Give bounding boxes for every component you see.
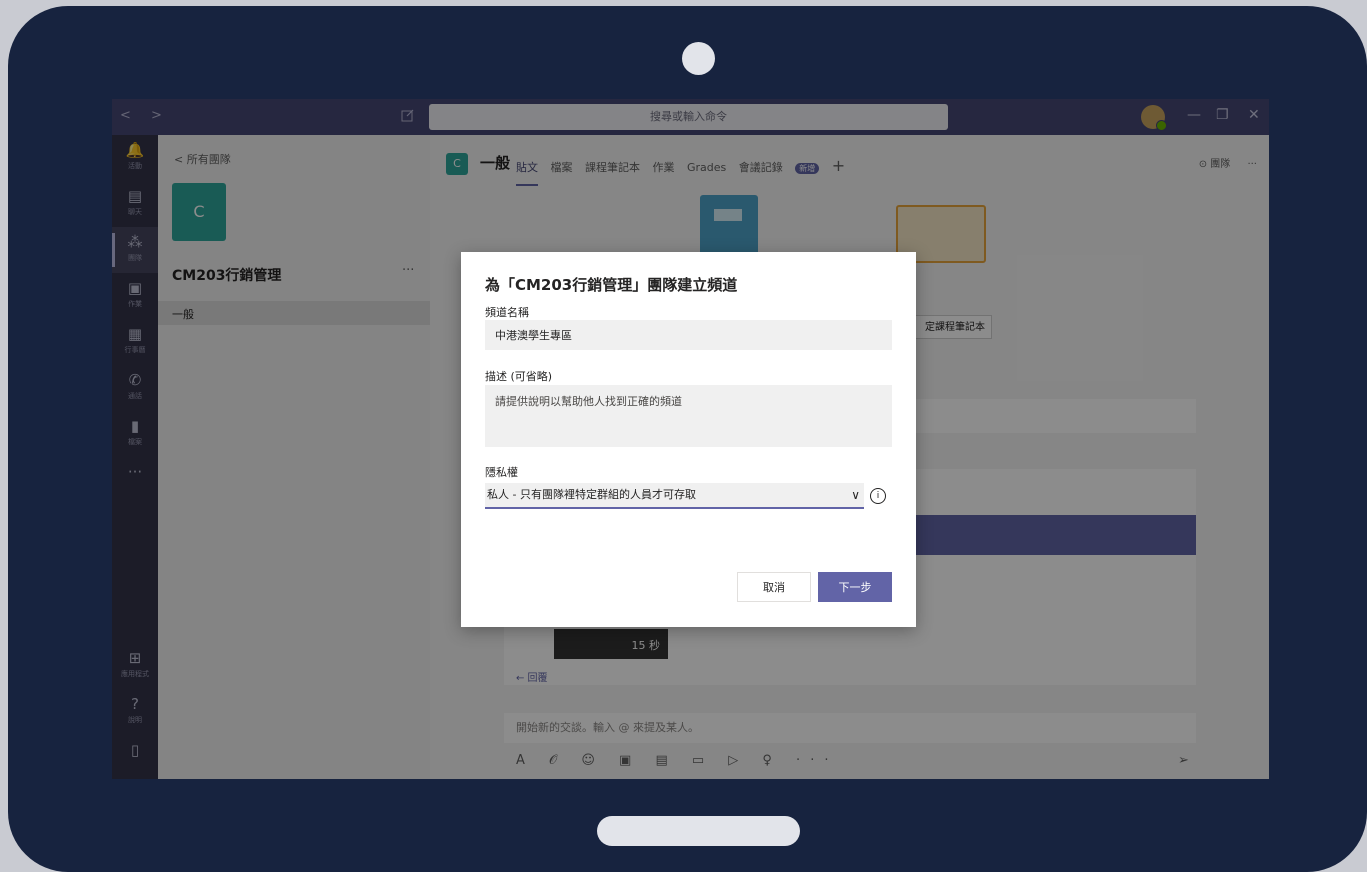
privacy-dropdown[interactable]: 私人 - 只有團隊裡特定群組的人員才可存取 ∨	[485, 483, 864, 509]
next-button[interactable]: 下一步	[818, 572, 892, 602]
home-bar[interactable]	[597, 816, 800, 846]
camera-dot	[682, 42, 715, 75]
channel-name-label: 頻道名稱	[485, 306, 529, 319]
chevron-down-icon: ∨	[851, 488, 860, 502]
description-field[interactable]	[485, 385, 892, 447]
create-channel-dialog: 為「CM203行銷管理」團隊建立頻道 頻道名稱 描述 (可省略) 隱私權 私人 …	[461, 252, 916, 627]
channel-name-field[interactable]	[485, 320, 892, 350]
privacy-value: 私人 - 只有團隊裡特定群組的人員才可存取	[487, 488, 696, 501]
dialog-title: 為「CM203行銷管理」團隊建立頻道	[485, 276, 738, 294]
cancel-button[interactable]: 取消	[737, 572, 811, 602]
teams-window: < > 搜尋或輸入命令 — ❐ ✕ 🔔 活動 ▤ 聊天 ⁂ 團隊 ▣ 作業 ▦ …	[112, 99, 1269, 779]
info-icon[interactable]: i	[870, 488, 886, 504]
privacy-label: 隱私權	[485, 466, 518, 479]
description-label: 描述 (可省略)	[485, 370, 553, 383]
